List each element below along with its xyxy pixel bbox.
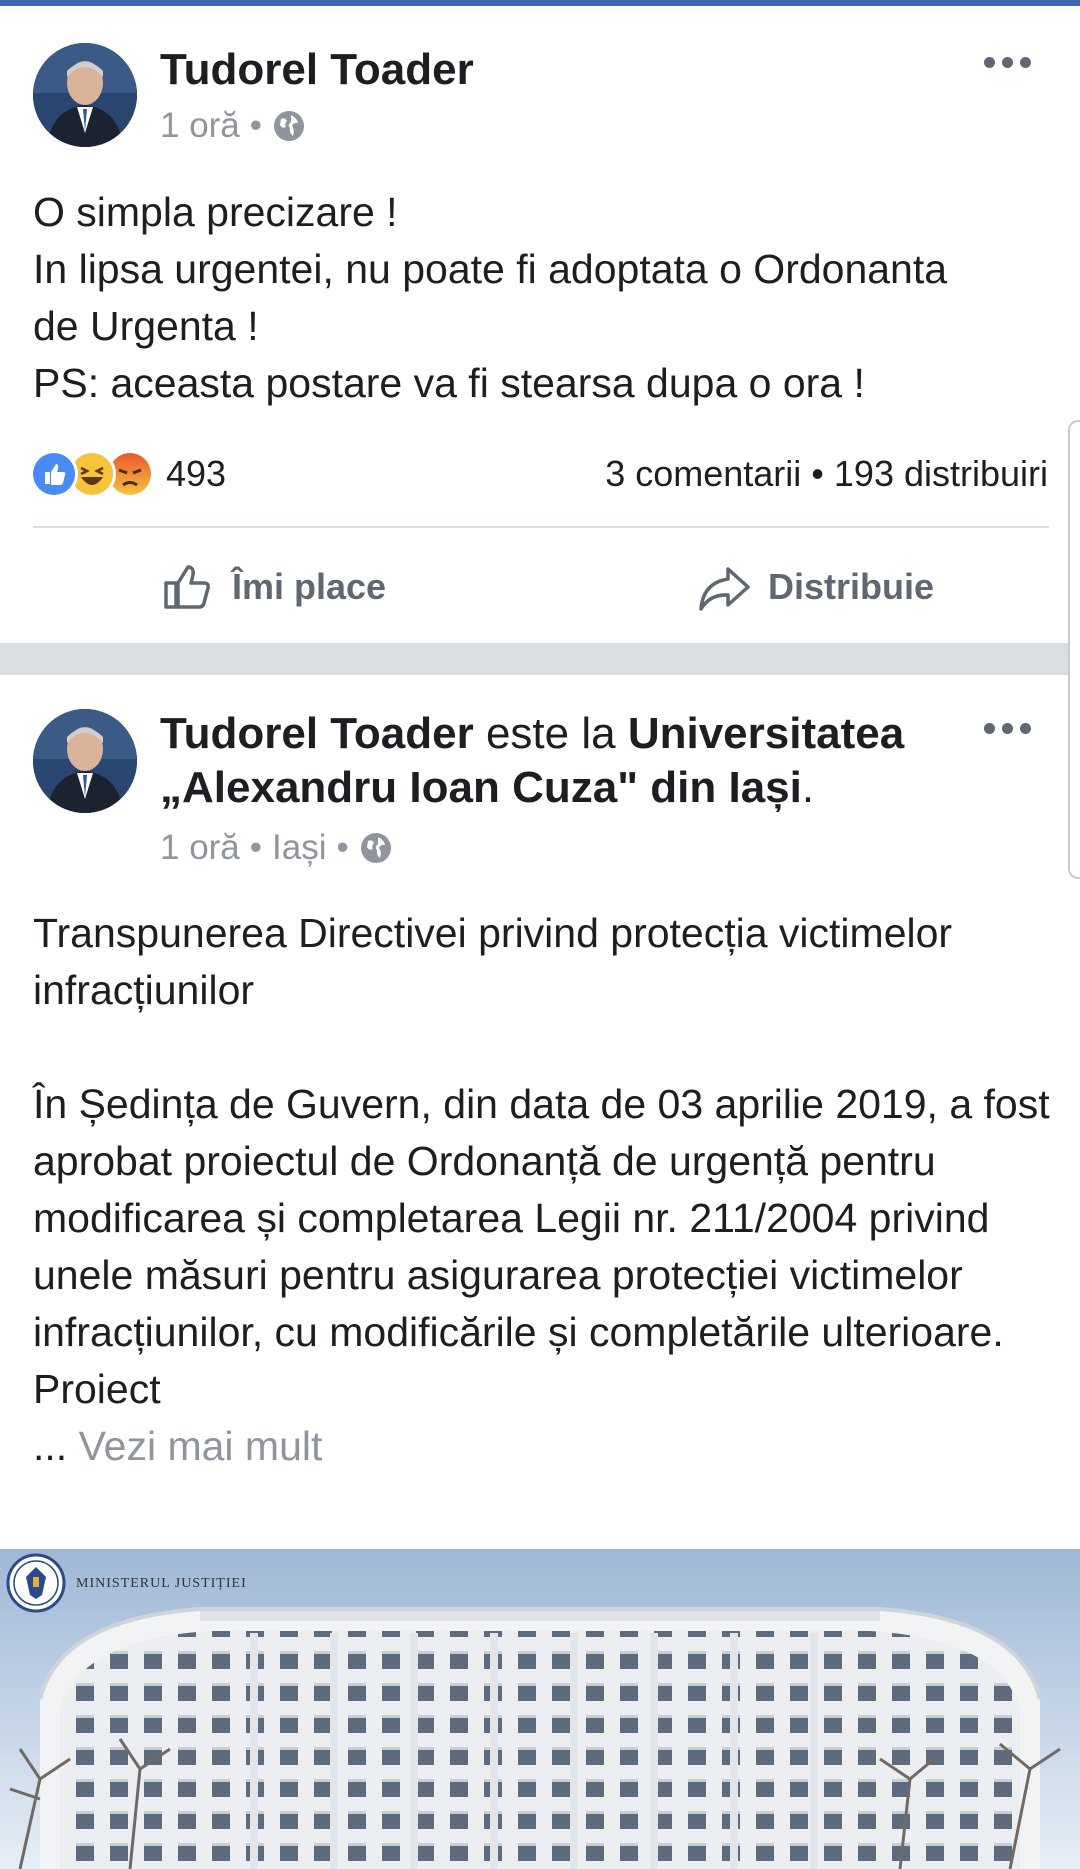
reaction-count[interactable]: 493 (166, 453, 226, 495)
post-image[interactable]: MINISTERUL JUSTIȚIEI (0, 1549, 1080, 1869)
reaction-summary[interactable]: 493 (30, 450, 226, 498)
ellipsis: ... (33, 1423, 79, 1469)
post-author[interactable]: Tudorel Toader (160, 43, 474, 97)
see-more-line: ... Vezi mai mult (33, 1418, 1053, 1475)
author-name[interactable]: Tudorel Toader (160, 709, 474, 758)
post-meta: 1 oră • Iași • (160, 828, 393, 868)
post-time[interactable]: 1 oră (160, 106, 240, 146)
post-location[interactable]: Iași (272, 828, 326, 868)
like-reaction-icon (30, 450, 78, 498)
image-caption: MINISTERUL JUSTIȚIEI (76, 1576, 247, 1591)
like-label: Îmi place (232, 566, 387, 607)
government-seal (6, 1553, 66, 1613)
post-paragraph: Transpunerea Directivei privind protecți… (33, 910, 953, 1013)
post-time[interactable]: 1 oră (160, 828, 240, 868)
post-body: O simpla precizare ! In lipsa urgentei, … (33, 184, 1053, 412)
thumbs-up-icon (160, 559, 216, 615)
scrollbar[interactable] (1068, 420, 1080, 879)
checkin-period: . (801, 763, 815, 812)
author-avatar[interactable] (33, 709, 137, 813)
see-more-link[interactable]: Vezi mai mult (79, 1423, 323, 1469)
more-options-icon[interactable] (984, 718, 1036, 738)
post-text-line: O simpla precizare ! (33, 189, 398, 235)
post-meta: 1 oră • (160, 106, 306, 146)
globe-icon (272, 109, 306, 143)
post-text-line: In lipsa urgentei, nu poate fi adoptata … (33, 246, 948, 292)
meta-dot: • (249, 828, 263, 867)
meta-dot: • (249, 106, 263, 145)
post-text-line: PS: aceasta postare va fi stearsa dupa o… (33, 360, 865, 406)
globe-icon (359, 831, 393, 865)
author-name[interactable]: Tudorel Toader (160, 45, 474, 94)
post-text-line: de Urgenta ! (33, 303, 259, 349)
author-avatar[interactable] (33, 43, 137, 147)
more-options-icon[interactable] (984, 52, 1036, 72)
checkin-connector: este la (473, 709, 628, 758)
share-label: Distribuie (768, 566, 935, 607)
post-body: Transpunerea Directivei privind protecți… (33, 905, 1053, 1475)
share-button[interactable]: Distribuie (696, 559, 934, 615)
post-author: Tudorel Toader este la Universitatea „Al… (160, 707, 940, 815)
share-arrow-icon (696, 559, 752, 615)
comments-shares-count[interactable]: 3 comentarii • 193 distribuiri (605, 450, 1048, 498)
paragraph-spacer (33, 1019, 1053, 1076)
post-card-1: Tudorel Toader 1 oră • O simpla precizar… (0, 6, 1080, 643)
actions-divider (33, 526, 1049, 528)
like-button[interactable]: Îmi place (160, 559, 386, 615)
meta-dot: • (336, 828, 349, 867)
feed-separator (0, 643, 1080, 675)
post-paragraph: În Ședința de Guvern, din data de 03 apr… (33, 1081, 1050, 1355)
post-paragraph: Proiect (33, 1366, 161, 1412)
